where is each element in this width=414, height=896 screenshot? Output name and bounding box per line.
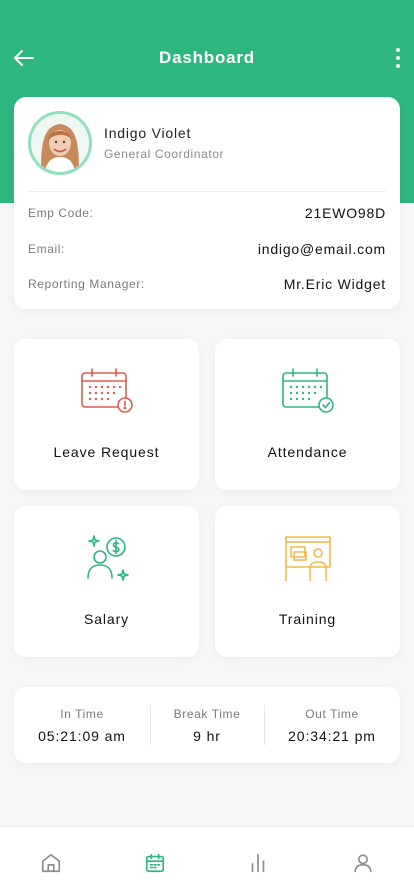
profile-role: General Coordinator xyxy=(104,147,225,161)
leave-request-tile[interactable]: Leave Request xyxy=(14,339,199,490)
emp-code-row: Emp Code: 21EWO98D xyxy=(28,205,386,221)
user-icon xyxy=(354,854,372,873)
nav-profile[interactable] xyxy=(349,849,377,877)
attendance-tile[interactable]: Attendance xyxy=(215,339,400,490)
salary-user-dollar-icon xyxy=(86,535,129,581)
out-time: Out Time 20:34:21 pm xyxy=(264,687,400,763)
email-label: Email: xyxy=(28,242,65,256)
manager-label: Reporting Manager: xyxy=(28,277,145,291)
profile-name: Indigo Violet xyxy=(104,125,192,141)
more-dot xyxy=(396,64,400,68)
manager-value: Mr.Eric Widget xyxy=(283,276,386,292)
divider xyxy=(28,191,386,192)
bottom-navigation xyxy=(0,826,414,896)
more-vertical-icon xyxy=(396,48,400,52)
break-time-label: Break Time xyxy=(173,707,241,721)
email-value[interactable]: indigo@email.com xyxy=(258,241,386,257)
calendar-check-icon xyxy=(281,368,334,413)
out-time-value: 20:34:21 pm xyxy=(288,728,376,744)
training-label: Training xyxy=(278,611,337,627)
emp-code-value: 21EWO98D xyxy=(304,205,386,221)
break-time-value: 9 hr xyxy=(193,728,221,744)
email-row: Email: indigo@email.com xyxy=(28,241,386,257)
time-summary-card: In Time 05:21:09 am Break Time 9 hr Out … xyxy=(14,687,400,763)
leave-request-label: Leave Request xyxy=(53,444,160,460)
page-title: Dashboard xyxy=(159,48,255,67)
training-tile[interactable]: Training xyxy=(215,506,400,657)
emp-code-label: Emp Code: xyxy=(28,206,94,220)
calendar-alert-icon xyxy=(80,368,133,413)
manager-row: Reporting Manager: Mr.Eric Widget xyxy=(28,276,386,292)
profile-card: Indigo Violet General Coordinator Emp Co… xyxy=(14,97,400,309)
nav-home[interactable] xyxy=(37,849,65,877)
in-time-label: In Time xyxy=(60,707,104,721)
home-icon xyxy=(41,853,61,873)
in-time: In Time 05:21:09 am xyxy=(14,687,150,763)
attendance-label: Attendance xyxy=(267,444,348,460)
bar-chart-icon xyxy=(251,853,265,873)
out-time-label: Out Time xyxy=(305,707,359,721)
in-time-value: 05:21:09 am xyxy=(38,728,126,744)
nav-calendar[interactable] xyxy=(141,849,169,877)
training-board-icon xyxy=(284,536,331,581)
salary-tile[interactable]: Salary xyxy=(14,506,199,657)
more-options-button[interactable] xyxy=(390,44,406,72)
nav-stats[interactable] xyxy=(244,849,272,877)
more-dot xyxy=(396,56,400,60)
salary-label: Salary xyxy=(83,611,130,627)
calendar-icon xyxy=(145,853,165,873)
avatar[interactable] xyxy=(28,111,92,175)
break-time: Break Time 9 hr xyxy=(150,687,264,763)
